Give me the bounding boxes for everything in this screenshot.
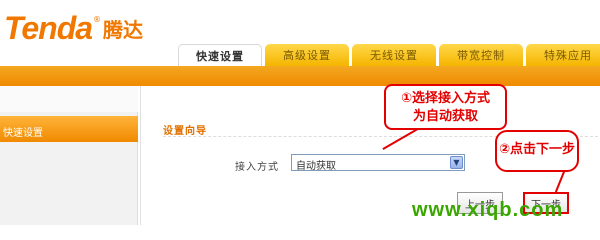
- tab-wireless-settings[interactable]: 无线设置: [352, 44, 436, 66]
- section-title: 设置向导: [163, 126, 207, 137]
- logo-text: Tenda: [4, 10, 93, 46]
- tab-special-apps[interactable]: 特殊应用: [526, 44, 600, 66]
- chevron-down-icon[interactable]: ▼: [450, 156, 463, 169]
- orange-nav-bar: [0, 66, 600, 86]
- sidebar: 快速设置: [0, 86, 138, 225]
- sidebar-spacer: [0, 86, 138, 112]
- tab-advanced-settings[interactable]: 高级设置: [265, 44, 349, 66]
- tab-bandwidth-control[interactable]: 带宽控制: [439, 44, 523, 66]
- header: Tenda ® 腾达 快速设置 高级设置 无线设置 带宽控制 特殊应用: [0, 0, 600, 66]
- main-tabs: 快速设置 高级设置 无线设置 带宽控制 特殊应用: [178, 44, 600, 66]
- access-mode-select[interactable]: 自动获取 ▼: [291, 154, 465, 172]
- callout1-line1: ①选择接入方式: [400, 91, 490, 106]
- sidebar-item-quick-setup[interactable]: 快速设置: [0, 116, 138, 142]
- access-mode-label: 接入方式: [235, 162, 279, 173]
- logo-chinese-text: 腾达: [103, 18, 144, 42]
- logo-registered-mark: ®: [93, 15, 102, 24]
- callout1-line2: 为自动获取: [412, 109, 478, 124]
- callout-click-next: ②点击下一步: [495, 130, 579, 172]
- site-watermark: www.xiqb.com: [412, 199, 564, 221]
- access-mode-value: 自动获取: [296, 161, 336, 172]
- tab-quick-setup[interactable]: 快速设置: [178, 44, 262, 66]
- tenda-logo[interactable]: Tenda ® 腾达: [4, 10, 143, 44]
- callout-select-access-mode: ①选择接入方式 为自动获取: [384, 84, 507, 130]
